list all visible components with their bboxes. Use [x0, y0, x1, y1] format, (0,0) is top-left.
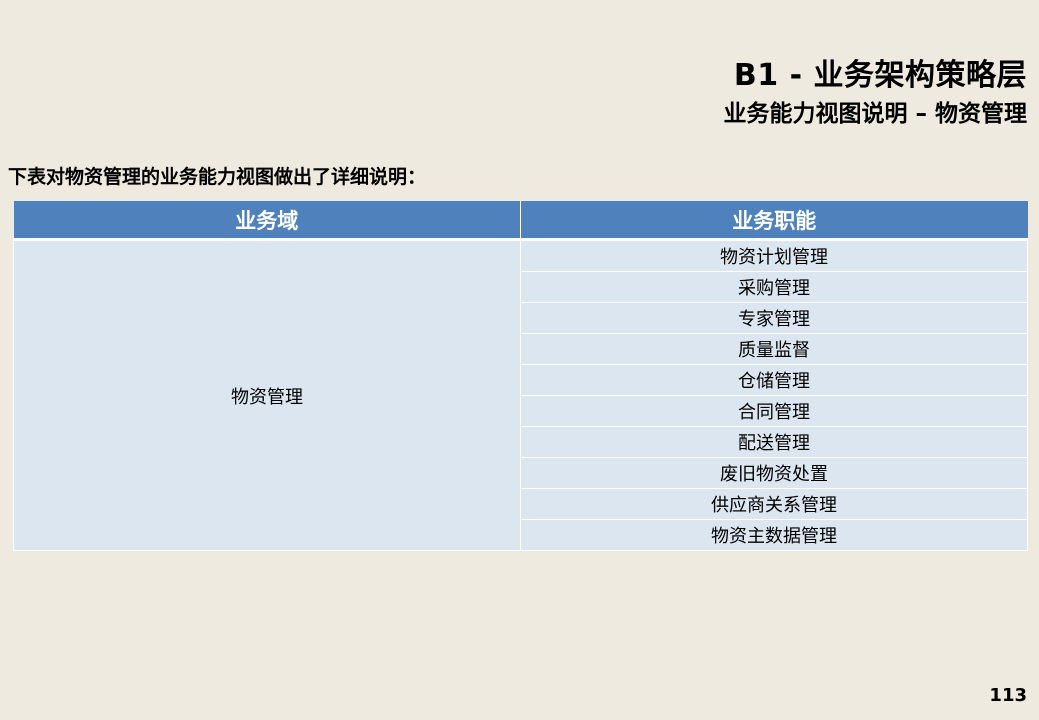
capability-table: 业务域 业务职能 物资管理 物资计划管理 采购管理 专家管理 质量监督 仓储管理…	[13, 201, 1028, 551]
header-business-domain: 业务域	[13, 201, 521, 241]
function-cell: 采购管理	[520, 271, 1028, 303]
table-row: 物资管理 物资计划管理	[13, 239, 1028, 551]
function-cell: 物资主数据管理	[520, 519, 1028, 551]
function-cell: 物资计划管理	[520, 239, 1028, 272]
function-cell: 废旧物资处置	[520, 457, 1028, 489]
page-subtitle: 业务能力视图说明 – 物资管理	[723, 101, 1027, 127]
function-cell: 专家管理	[520, 302, 1028, 334]
intro-text: 下表对物资管理的业务能力视图做出了详细说明：	[8, 166, 427, 188]
header-business-function: 业务职能	[520, 201, 1028, 241]
page-title: B1 - 业务架构策略层	[733, 58, 1027, 93]
function-cell: 合同管理	[520, 395, 1028, 427]
domain-cell: 物资管理	[13, 239, 521, 551]
function-cell: 配送管理	[520, 426, 1028, 458]
function-cell: 供应商关系管理	[520, 488, 1028, 520]
table-header-row: 业务域 业务职能	[13, 201, 1028, 241]
function-cell: 仓储管理	[520, 364, 1028, 396]
function-cell: 质量监督	[520, 333, 1028, 365]
page-number: 113	[989, 685, 1027, 706]
